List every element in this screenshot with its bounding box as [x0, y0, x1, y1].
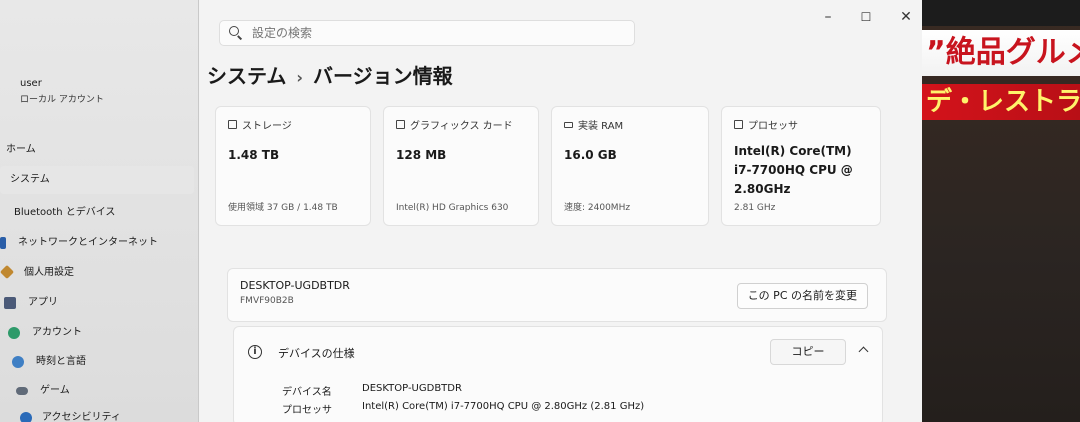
- card-title: プロセッサ: [748, 121, 798, 132]
- storage-card[interactable]: ストレージ 1.48 TB 使用領域 37 GB / 1.48 TB: [215, 106, 371, 226]
- tv-caption-bottom: デ・レストラン: [920, 84, 1080, 120]
- sidebar-item-label: Bluetooth とデバイス: [14, 207, 116, 218]
- sidebar-item-network[interactable]: ネットワークとインターネット: [0, 229, 194, 257]
- card-value: 16.0 GB: [564, 148, 617, 162]
- card-subtext: Intel(R) HD Graphics 630: [396, 203, 509, 213]
- breadcrumb: システム › バージョン情報: [207, 60, 453, 89]
- sidebar-item-accessibility[interactable]: アクセシビリティ: [0, 404, 194, 422]
- account-icon: [8, 327, 20, 339]
- brush-icon: [0, 264, 15, 280]
- apps-icon: [4, 297, 16, 309]
- card-value: Intel(R) Core(TM) i7-7700HQ CPU @ 2.80GH…: [734, 144, 853, 196]
- sidebar-item-label: アプリ: [28, 297, 58, 308]
- ram-icon: [564, 121, 573, 128]
- user-name: user: [20, 78, 42, 89]
- sidebar-item-label: アカウント: [32, 327, 82, 338]
- sidebar-item-label: 時刻と言語: [36, 356, 86, 367]
- card-value: 128 MB: [396, 148, 447, 162]
- breadcrumb-parent[interactable]: システム: [207, 64, 286, 88]
- sidebar-item-accounts[interactable]: アカウント: [0, 319, 194, 347]
- spec-value: Intel(R) Core(TM) i7-7700HQ CPU @ 2.80GH…: [362, 401, 645, 412]
- spec-label: プロセッサ: [282, 405, 332, 416]
- device-specs-header[interactable]: i デバイスの仕様 コピー: [234, 327, 884, 377]
- settings-window: – ☐ ✕ システム › バージョン情報 ストレージ 1.48 TB 使用領域 37…: [198, 0, 922, 422]
- graphics-card-card[interactable]: グラフィックス カード 128 MB Intel(R) HD Graphics …: [383, 106, 539, 226]
- chevron-up-icon[interactable]: [858, 345, 868, 355]
- maximize-button[interactable]: ☐: [851, 6, 881, 28]
- card-title: グラフィックス カード: [410, 121, 513, 132]
- close-button[interactable]: ✕: [891, 6, 921, 28]
- info-icon: i: [248, 345, 262, 359]
- copy-button[interactable]: コピー: [770, 339, 846, 365]
- sidebar-item-label: ゲーム: [40, 385, 70, 396]
- page-title: バージョン情報: [313, 64, 453, 88]
- card-title: 実装 RAM: [578, 121, 624, 132]
- processor-icon: [734, 120, 743, 129]
- tv-frame: [920, 0, 1080, 26]
- card-subtext: 2.81 GHz: [734, 203, 776, 213]
- search-icon: [228, 25, 244, 41]
- accessibility-icon: [20, 412, 32, 422]
- spec-row-device-name: デバイス名 DESKTOP-UGDBTDR: [282, 383, 462, 398]
- graphics-card-icon: [396, 120, 405, 129]
- card-subtext: 速度: 2400MHz: [564, 203, 631, 213]
- clock-icon: [12, 356, 24, 368]
- user-account-type: ローカル アカウント: [20, 95, 104, 105]
- ram-card[interactable]: 実装 RAM 16.0 GB 速度: 2400MHz: [551, 106, 709, 226]
- sidebar-item-personalization[interactable]: 個人用設定: [0, 259, 194, 287]
- sidebar-item-label: アクセシビリティ: [42, 412, 121, 422]
- sidebar-item-time-language[interactable]: 時刻と言語: [0, 348, 194, 376]
- network-icon: [0, 237, 6, 249]
- sidebar-item-label: 個人用設定: [24, 267, 74, 278]
- card-subtext: 使用領域 37 GB / 1.48 TB: [228, 203, 338, 213]
- storage-icon: [228, 120, 237, 129]
- sidebar-item-apps[interactable]: アプリ: [0, 289, 194, 317]
- device-name-row: DESKTOP-UGDBTDR FMVF90B2B この PC の名前を変更: [227, 268, 887, 322]
- search-box[interactable]: [219, 20, 635, 46]
- spec-value: DESKTOP-UGDBTDR: [362, 383, 462, 394]
- spec-label: デバイス名: [282, 387, 332, 398]
- sidebar-item-system[interactable]: システム: [0, 166, 194, 194]
- sidebar-item-label: ホーム: [6, 144, 36, 155]
- sidebar-item-label: ネットワークとインターネット: [18, 237, 158, 248]
- breadcrumb-separator: ›: [296, 68, 303, 87]
- sidebar-item-bluetooth[interactable]: Bluetooth とデバイス: [0, 199, 194, 227]
- sidebar-item-label: システム: [10, 174, 50, 185]
- card-value: 1.48 TB: [228, 148, 280, 162]
- sidebar-item-home[interactable]: ホーム: [0, 136, 194, 164]
- spec-row-processor: プロセッサ Intel(R) Core(TM) i7-7700HQ CPU @ …: [282, 401, 644, 416]
- minimize-button[interactable]: –: [813, 6, 843, 28]
- sidebar-item-gaming[interactable]: ゲーム: [0, 377, 194, 405]
- search-input[interactable]: [252, 26, 612, 40]
- gamepad-icon: [16, 387, 28, 395]
- device-specs-title: デバイスの仕様: [278, 347, 355, 360]
- rename-pc-button[interactable]: この PC の名前を変更: [736, 283, 868, 309]
- device-specs-section: i デバイスの仕様 コピー デバイス名 DESKTOP-UGDBTDR プロセッ…: [233, 326, 883, 422]
- tv-caption-top: ”絶品グルメ: [920, 30, 1080, 76]
- card-title: ストレージ: [242, 121, 292, 132]
- processor-card[interactable]: プロセッサ Intel(R) Core(TM) i7-7700HQ CPU @ …: [721, 106, 881, 226]
